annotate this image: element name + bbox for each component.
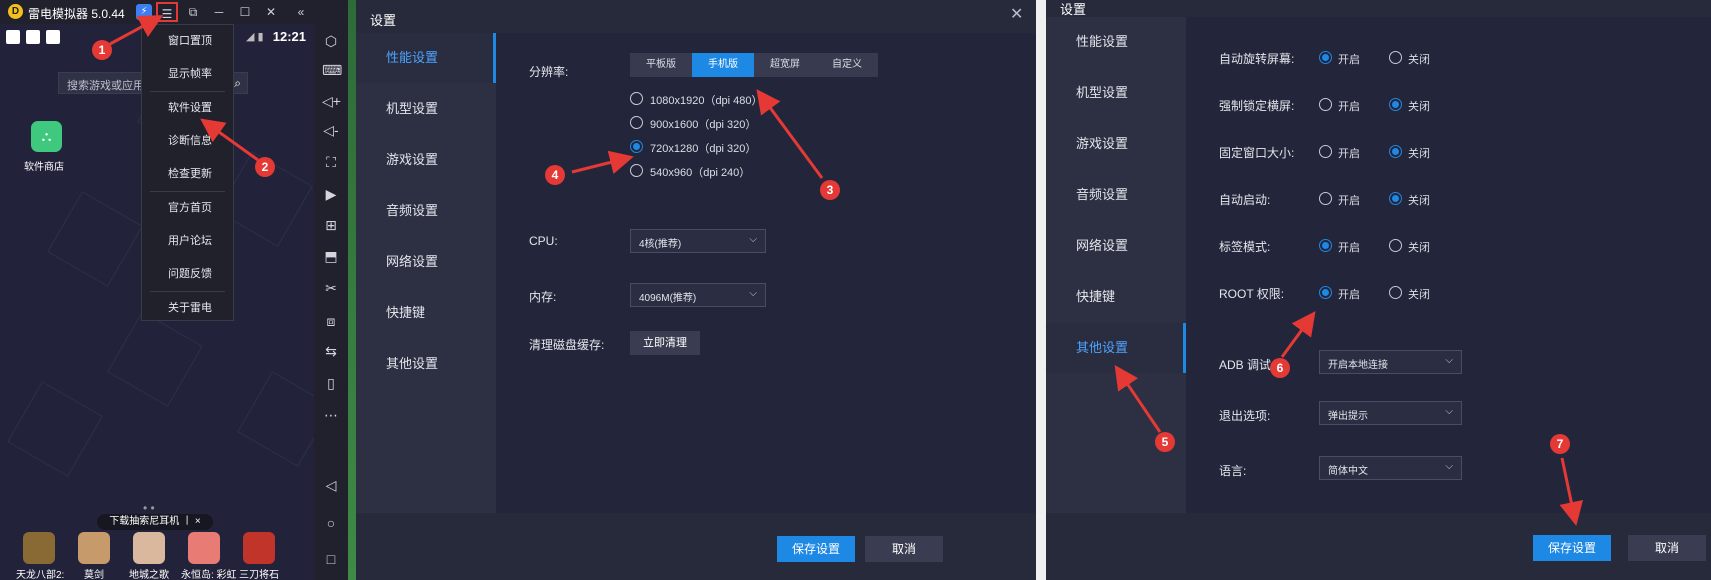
- step-marker-5: 5: [1155, 432, 1175, 452]
- arrow-4: [571, 150, 634, 175]
- step-marker-1: 1: [92, 40, 112, 60]
- arrow-6: [1280, 311, 1316, 358]
- arrow-5: [1114, 365, 1162, 433]
- step-marker-3: 3: [820, 180, 840, 200]
- arrow-1: [109, 15, 164, 46]
- step-marker-6: 6: [1270, 358, 1290, 378]
- step-marker-4: 4: [545, 165, 565, 185]
- annotation-arrows: [109, 15, 1584, 526]
- arrow-7: [1559, 457, 1584, 526]
- step-marker-2: 2: [255, 157, 275, 177]
- arrow-2: [200, 118, 259, 162]
- arrow-3: [756, 89, 824, 179]
- screenshot-root: D 雷电模拟器 5.0.44 ⚡ ☰ ⧉ ─ ☐ ✕ « ◢ ▮ 12:21 搜…: [0, 0, 1711, 580]
- step-marker-7: 7: [1550, 434, 1570, 454]
